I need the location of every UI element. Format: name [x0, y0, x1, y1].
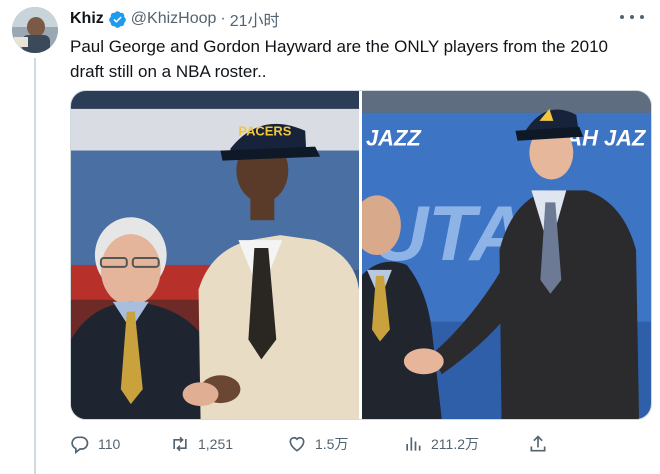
heart-icon [289, 436, 305, 452]
views-button[interactable]: 211.2万 [403, 434, 479, 454]
like-button[interactable]: 1.5万 [287, 434, 348, 454]
backdrop-text-jazz: JAZZ [366, 126, 422, 151]
avatar[interactable] [12, 7, 58, 53]
media-grid: PACERS JAZZ AH JAZ UTA [70, 90, 652, 420]
reply-count: 110 [98, 436, 121, 452]
retweet-icon [173, 436, 187, 452]
avatar-image [12, 7, 58, 53]
photo-right-image: JAZZ AH JAZ UTA [362, 91, 651, 419]
views-icon [406, 437, 421, 451]
tweet-text-line-2: draft still on a NBA roster.. [70, 62, 267, 81]
photo-gordon-hayward[interactable]: JAZZ AH JAZ UTA [362, 91, 651, 419]
tweet-header: Khiz @KhizHoop · 21小时 [70, 8, 280, 30]
reply-button[interactable]: 110 [70, 434, 120, 454]
verified-badge-icon[interactable] [108, 10, 127, 29]
views-count: 211.2万 [431, 436, 479, 452]
tweet-actions: 110 1,251 1.5万 211.2万 [70, 430, 560, 458]
like-count: 1.5万 [315, 436, 349, 452]
tweet-text: Paul George and Gordon Hayward are the O… [70, 34, 640, 84]
reply-icon [71, 436, 89, 454]
more-options-icon[interactable] [620, 10, 644, 24]
display-name[interactable]: Khiz [70, 10, 104, 28]
thread-line [34, 58, 36, 474]
user-handle[interactable]: @KhizHoop [131, 10, 217, 28]
retweet-count: 1,251 [198, 436, 234, 452]
more-dot [630, 15, 634, 19]
photo-paul-george[interactable]: PACERS [71, 91, 359, 419]
timestamp[interactable]: 21小时 [230, 7, 280, 31]
share-icon [530, 435, 546, 452]
retweet-button[interactable]: 1,251 [170, 434, 233, 454]
photo-left-image: PACERS [71, 91, 359, 419]
more-dot [640, 15, 644, 19]
cap-text-pacers: PACERS [238, 124, 291, 139]
separator-dot: · [220, 10, 226, 27]
tweet-text-line-1: Paul George and Gordon Hayward are the O… [70, 37, 609, 56]
more-dot [620, 15, 624, 19]
share-button[interactable] [528, 434, 548, 454]
